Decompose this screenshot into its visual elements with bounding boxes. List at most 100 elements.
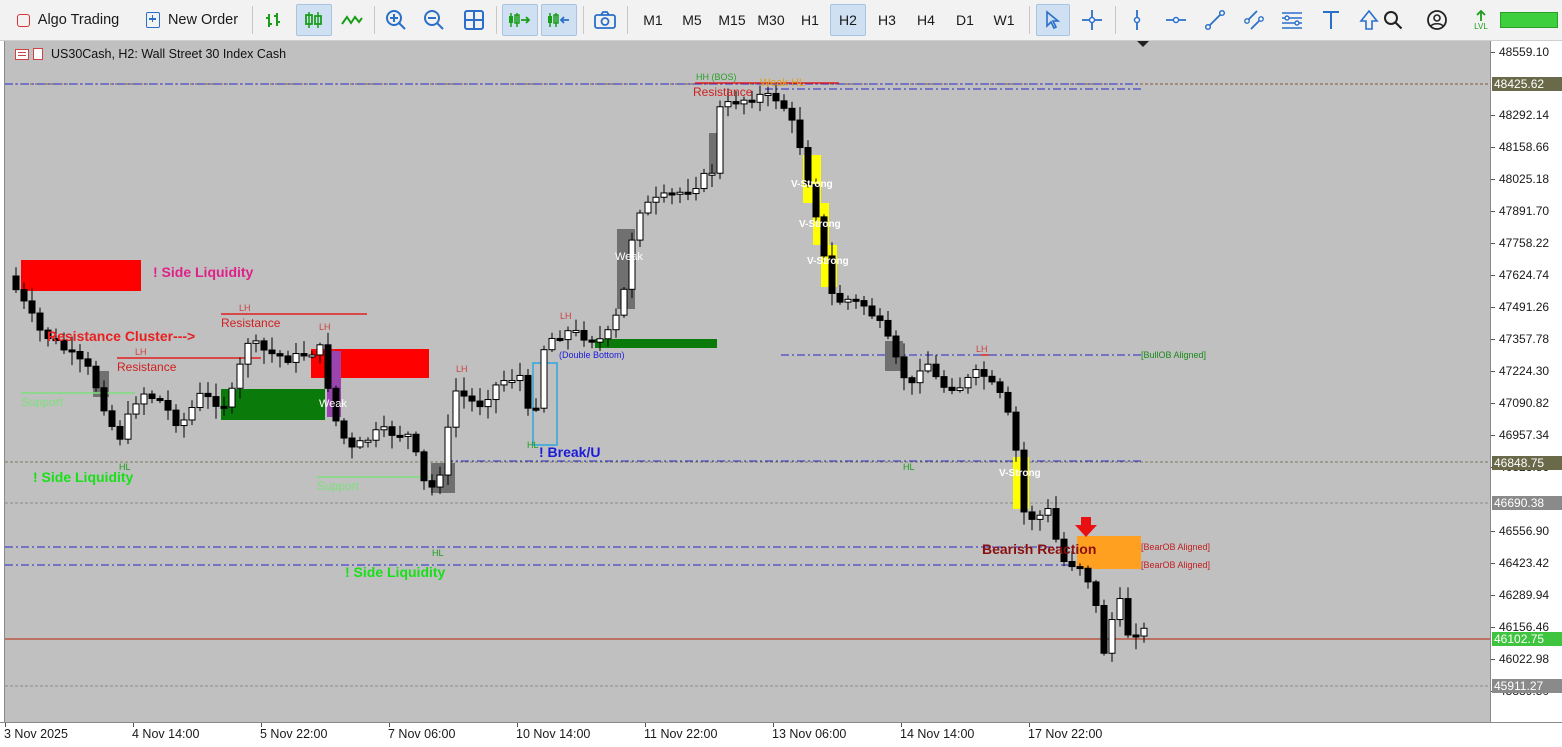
bearish-arrow-icon — [1075, 517, 1097, 537]
signal-level-icon — [1476, 9, 1486, 21]
timeframe-d1-label: D1 — [956, 12, 974, 28]
candlestick-chart-button[interactable] — [296, 4, 332, 36]
bear-candle — [100, 387, 108, 412]
price-axis[interactable]: 48559.10 48292.14 48158.66 48025.18 4789… — [1490, 41, 1562, 722]
bear-candle — [852, 298, 860, 302]
bar-chart-button[interactable] — [258, 4, 290, 36]
price-label: 46022.98 — [1499, 652, 1550, 666]
hh-bos-label: HH (BOS) — [696, 72, 737, 82]
bear-candle — [732, 101, 740, 105]
chart-shift-marker[interactable] — [1137, 41, 1149, 47]
bull-candle — [612, 314, 620, 331]
lvl-label: LVL — [1474, 22, 1488, 31]
timeframe-d1[interactable]: D1 — [947, 4, 983, 36]
search-button[interactable] — [1378, 4, 1408, 36]
algo-trading-label: Algo Trading — [37, 12, 120, 28]
chart-canvas[interactable] — [5, 41, 1490, 722]
timeframe-w1[interactable]: W1 — [986, 4, 1022, 36]
timeframe-h2-label: H2 — [839, 12, 857, 28]
new-order-button[interactable]: New Order — [138, 4, 246, 36]
chart-shift-icon — [509, 13, 531, 27]
bull-candle — [1140, 627, 1148, 637]
bull-candle — [700, 172, 708, 190]
price-label: 46289.94 — [1499, 588, 1550, 602]
price-label: 46957.34 — [1499, 428, 1550, 442]
signal-level-button[interactable]: LVL — [1466, 4, 1496, 36]
timeframe-h2[interactable]: H2 — [830, 4, 866, 36]
bear-candle — [212, 396, 220, 407]
bear-candle — [388, 426, 396, 436]
v-strong-label-1: V-Strong — [791, 179, 833, 190]
timeframe-m15[interactable]: M15 — [713, 4, 751, 36]
weak-label-2: Weak — [615, 251, 643, 263]
timeframe-h1[interactable]: H1 — [792, 4, 828, 36]
trendline-button[interactable] — [1199, 4, 1231, 36]
bear-candle — [1076, 566, 1084, 570]
timeframe-m30[interactable]: M30 — [752, 4, 790, 36]
vertical-line-icon — [1133, 10, 1141, 30]
line-chart-button[interactable] — [336, 4, 368, 36]
bull-candle — [508, 380, 516, 384]
hl-label-4: HL — [903, 462, 915, 472]
bear-candle — [468, 395, 476, 402]
zoom-out-button[interactable] — [418, 4, 450, 36]
text-button[interactable] — [1315, 4, 1347, 36]
bull-candle — [604, 329, 612, 340]
price-label: 48292.14 — [1499, 108, 1550, 122]
bear-candle — [460, 390, 468, 397]
channel-button[interactable] — [1238, 4, 1270, 36]
bull-candle — [724, 101, 732, 108]
time-label: 10 Nov 14:00 — [516, 727, 591, 741]
account-button[interactable] — [1422, 4, 1452, 36]
bull-candle — [484, 399, 492, 408]
time-axis[interactable]: 3 Nov 2025 4 Nov 14:00 5 Nov 22:00 7 Nov… — [0, 722, 1562, 747]
bear-candle — [220, 405, 228, 409]
lh-label-1: LH — [239, 303, 251, 313]
timeframe-w1-label: W1 — [993, 12, 1015, 28]
price-tag-top: 48425.62 — [1492, 77, 1562, 91]
chart-window[interactable]: US30Cash, H2: Wall Street 30 Index Cash … — [4, 41, 1490, 722]
bull-candle — [1044, 508, 1052, 516]
price-tag-zone: 46848.75 — [1492, 456, 1562, 470]
search-icon — [1384, 11, 1403, 30]
bear-candle — [156, 398, 164, 402]
timeframe-h4[interactable]: H4 — [908, 4, 944, 36]
bull-candle — [292, 353, 300, 363]
crosshair-button[interactable] — [1075, 4, 1109, 36]
time-label: 17 Nov 22:00 — [1028, 727, 1103, 741]
bull-candle — [364, 439, 372, 443]
support-label-1: Support — [21, 395, 64, 409]
bear-candle — [876, 315, 884, 321]
cursor-button[interactable] — [1036, 4, 1070, 36]
timeframe-m1[interactable]: M1 — [635, 4, 671, 36]
bull-ob-zone-green-1 — [221, 389, 325, 420]
new-order-icon — [145, 12, 160, 28]
timeframe-m5[interactable]: M5 — [674, 4, 710, 36]
timeframe-h3[interactable]: H3 — [869, 4, 905, 36]
time-label: 14 Nov 14:00 — [900, 727, 975, 741]
price-label: 46423.42 — [1499, 556, 1550, 570]
chart-window-icon — [15, 48, 29, 60]
chart-properties-icon[interactable] — [33, 48, 43, 60]
chart-shift-button[interactable] — [502, 4, 538, 36]
trendline-icon — [1204, 9, 1226, 31]
bull-candle — [540, 349, 548, 409]
bull-candle — [140, 393, 148, 405]
vertical-line-button[interactable] — [1121, 4, 1153, 36]
fibonacci-button[interactable] — [1276, 4, 1308, 36]
double-bottom-zone — [595, 339, 717, 348]
bear-candle — [172, 409, 180, 427]
price-label: 47624.74 — [1499, 268, 1550, 282]
algo-trading-button[interactable]: Algo Trading — [6, 4, 130, 36]
bear-candle — [204, 392, 212, 398]
bull-candle — [452, 390, 460, 428]
bar-chart-icon — [266, 13, 280, 27]
zoom-in-button[interactable] — [380, 4, 412, 36]
screenshot-button[interactable] — [589, 4, 621, 36]
bull-candle — [124, 413, 132, 440]
bear-candle — [1100, 605, 1108, 654]
autoscroll-button[interactable] — [541, 4, 577, 36]
tile-windows-button[interactable] — [458, 4, 490, 36]
bear-candle — [788, 107, 796, 121]
horizontal-line-button[interactable] — [1160, 4, 1192, 36]
